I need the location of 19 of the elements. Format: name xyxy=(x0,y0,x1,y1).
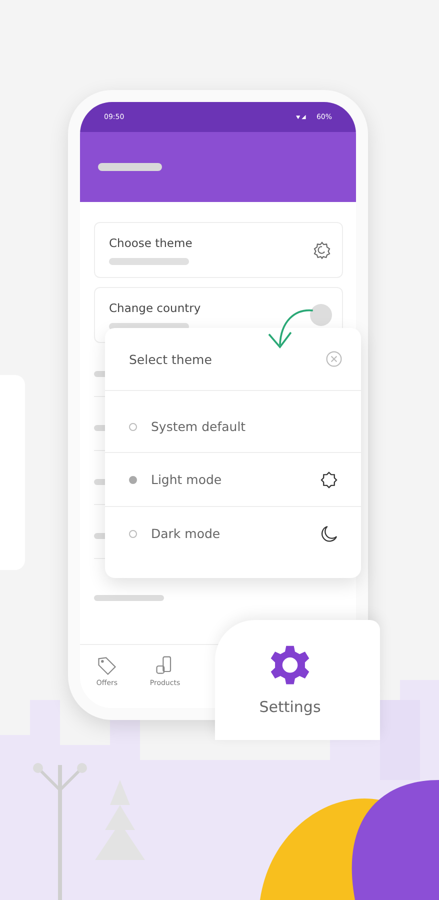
settings-tab[interactable]: Settings xyxy=(215,620,380,740)
card-title: Choose theme xyxy=(109,236,194,250)
radio-button[interactable] xyxy=(129,422,137,430)
theme-option[interactable]: System default xyxy=(105,391,361,453)
close-icon[interactable] xyxy=(325,350,343,368)
radio-button[interactable] xyxy=(129,530,137,538)
title-placeholder xyxy=(98,163,162,171)
moon-icon xyxy=(319,524,339,544)
settings-card[interactable]: Choose theme xyxy=(94,222,343,278)
dialog-title: Select theme xyxy=(129,352,213,366)
list-placeholder xyxy=(94,595,164,601)
sun-icon xyxy=(319,470,339,490)
card-title: Change country xyxy=(109,300,202,314)
theme-option[interactable]: Light mode xyxy=(105,453,361,507)
theme-option[interactable]: Dark mode xyxy=(105,507,361,560)
tag-icon xyxy=(96,655,118,677)
radio-button[interactable] xyxy=(129,476,137,484)
gear-icon xyxy=(312,240,332,260)
toggle-knob[interactable] xyxy=(310,304,332,326)
